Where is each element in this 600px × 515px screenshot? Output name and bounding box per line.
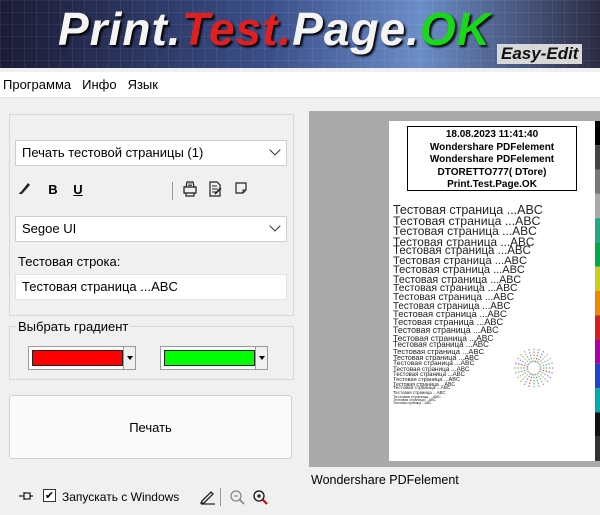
color-strip-segment <box>595 242 600 267</box>
pen-icon[interactable] <box>16 180 34 200</box>
preview-header-line: Wondershare PDFelement <box>429 154 555 165</box>
chevron-down-icon <box>269 144 281 156</box>
color-strip-segment <box>595 436 600 461</box>
color-strip-segment <box>595 218 600 243</box>
dropdown-arrow-icon[interactable] <box>123 347 135 369</box>
dropdown-arrow-icon[interactable] <box>255 347 267 369</box>
preview-page: 18.08.2023 11:41:40 Wondershare PDFeleme… <box>389 121 600 461</box>
menu-program[interactable]: Программа <box>0 77 79 92</box>
color-strip-segment <box>595 315 600 340</box>
color-strip-segment <box>595 412 600 437</box>
preview-header-line: Print.Test.Page.OK <box>447 179 537 190</box>
banner: Print.Test.Page.OK Easy-Edit <box>0 0 600 68</box>
gradient-color2-picker[interactable] <box>160 346 268 370</box>
bottom-toolbar: ✔ Запускать с Windows <box>18 486 278 508</box>
chevron-down-icon <box>269 220 281 232</box>
bold-button[interactable]: B <box>44 180 62 200</box>
autostart-checkbox[interactable]: ✔ <box>43 489 56 502</box>
zoom-out-icon[interactable] <box>228 486 248 506</box>
page-edit-icon[interactable] <box>206 180 224 200</box>
test-line-label: Тестовая строка: <box>18 254 121 269</box>
color-strip-segment <box>595 291 600 316</box>
app-window: Print.Test.Page.OK Easy-Edit Программа И… <box>0 0 600 515</box>
mode-select-value: Печать тестовой страницы (1) <box>22 145 204 160</box>
color-swatch-green <box>164 350 255 366</box>
zoom-in-icon[interactable] <box>251 486 271 506</box>
color-strip-segment <box>595 363 600 389</box>
sunburst-ray <box>519 371 531 383</box>
mode-select[interactable]: Печать тестовой страницы (1) <box>15 140 287 166</box>
preview-header-line: Wondershare PDFelement <box>429 141 555 153</box>
color-strip-segment <box>595 121 600 146</box>
banner-title-part: OK <box>419 3 491 55</box>
preview-header-line: 18.08.2023 11:41:40 <box>445 129 539 140</box>
menu-language[interactable]: Язык <box>125 77 166 92</box>
gradient-label: Выбрать градиент <box>16 319 131 334</box>
underline-button[interactable]: U <box>69 180 87 200</box>
format-toolbar: B U <box>16 180 276 200</box>
note-icon[interactable] <box>232 180 250 200</box>
test-line-input[interactable]: Тестовая страница ...ABC <box>15 274 287 300</box>
color-strip-segment <box>595 388 600 413</box>
print-preview: 18.08.2023 11:41:40 Wondershare PDFeleme… <box>309 111 600 467</box>
print-button[interactable]: Печать <box>9 395 292 459</box>
font-select-value: Segoe UI <box>22 221 77 236</box>
color-strip-segment <box>595 193 600 219</box>
edit-icon[interactable] <box>198 486 218 506</box>
menu-bar: Программа Инфо Язык <box>0 72 600 98</box>
banner-title-part: Page. <box>292 3 420 55</box>
color-strip-segment <box>595 266 600 291</box>
menu-info[interactable]: Инфо <box>79 77 124 92</box>
font-select[interactable]: Segoe UI <box>15 216 287 242</box>
banner-subtitle: Easy-Edit <box>497 44 583 64</box>
printer-settings-icon[interactable] <box>181 180 199 200</box>
toolbar-separator <box>172 182 173 200</box>
color-strip-segment <box>595 339 600 364</box>
banner-title: Print.Test.Page.OK <box>58 2 491 56</box>
color-strip <box>595 121 600 461</box>
preview-header-line: DTORETTO777( DTore) <box>437 166 547 178</box>
preview-header: 18.08.2023 11:41:40 Wondershare PDFeleme… <box>407 126 577 191</box>
banner-title-part: Print. <box>58 3 182 55</box>
sunburst-ray <box>519 353 531 365</box>
preview-sample-line: Тестовая страница ...ABC <box>393 400 432 405</box>
color-strip-segment <box>595 169 600 194</box>
gradient-color1-picker[interactable] <box>28 346 136 370</box>
printer-name: Wondershare PDFelement <box>311 473 459 487</box>
autostart-label: Запускать с Windows <box>62 490 180 504</box>
color-swatch-red <box>32 350 123 366</box>
toolbar-separator <box>220 488 221 506</box>
color-strip-segment <box>595 145 600 170</box>
banner-title-part: Test. <box>181 3 293 55</box>
sunburst-ray <box>537 353 549 365</box>
sunburst-ray <box>537 371 549 383</box>
pin-icon[interactable] <box>18 489 34 503</box>
preview-sample-lines: Тестовая страница ...ABC Тестовая страниц… <box>393 204 593 405</box>
sunburst-graphic <box>514 348 554 388</box>
